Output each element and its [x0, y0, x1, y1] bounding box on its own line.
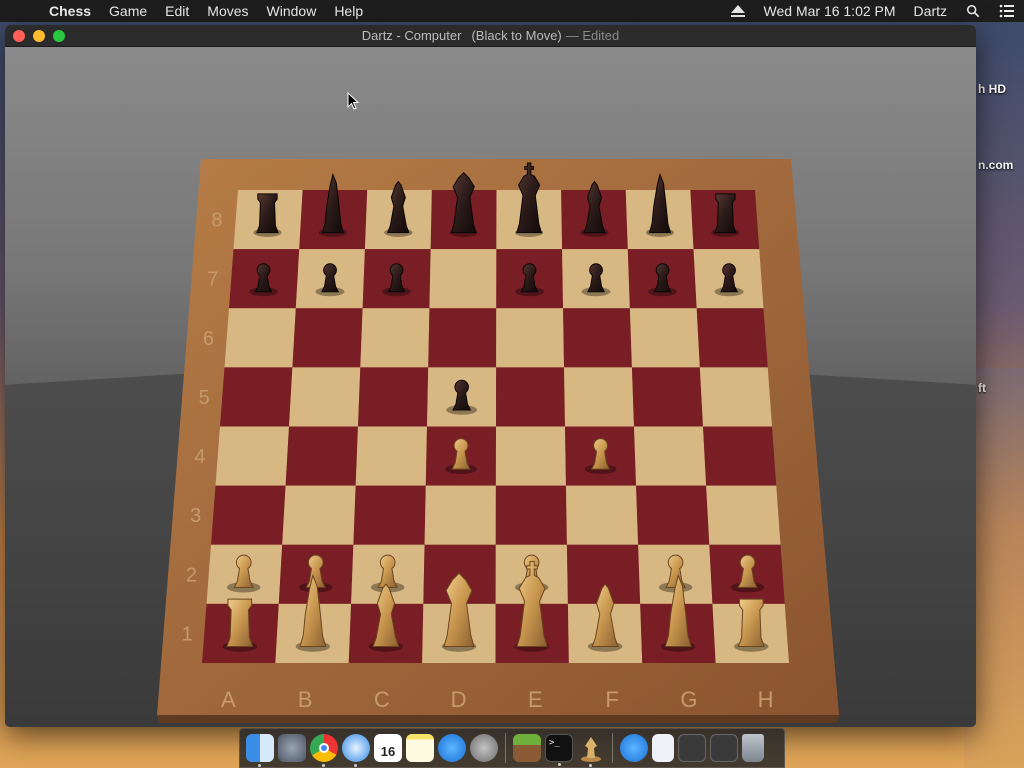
rank-label: 4 — [194, 446, 205, 468]
file-label: E — [528, 687, 543, 712]
mouse-cursor-icon — [347, 92, 359, 110]
board-square-a5 — [220, 367, 293, 427]
file-label: A — [221, 687, 236, 712]
menu-help[interactable]: Help — [325, 3, 372, 19]
board-square-d6 — [428, 308, 497, 368]
board-square-c6 — [360, 308, 430, 368]
eject-icon[interactable] — [721, 4, 755, 18]
menubar-user[interactable]: Dartz — [905, 3, 956, 19]
rank-label: 3 — [190, 505, 201, 527]
board-square-c5 — [358, 367, 429, 427]
launchpad-icon[interactable] — [278, 734, 306, 762]
calendar-icon[interactable]: 16 — [374, 734, 402, 762]
desktop-icon-label-3[interactable]: ft — [978, 381, 986, 395]
menu-edit[interactable]: Edit — [156, 3, 198, 19]
rank-label: 5 — [199, 387, 210, 409]
menu-game[interactable]: Game — [100, 3, 156, 19]
minimize-button[interactable] — [33, 30, 45, 42]
board-square-e6 — [496, 308, 565, 368]
rank-label: 8 — [211, 210, 222, 232]
chess-window: Dartz - Computer (Black to Move) — Edite… — [5, 25, 976, 727]
app-store-icon[interactable] — [438, 734, 466, 762]
rank-label: 6 — [203, 328, 214, 350]
board-square-c4 — [355, 426, 427, 486]
board-square-g3 — [636, 485, 710, 545]
calendar-day-label: 16 — [380, 743, 396, 759]
menubar-clock[interactable]: Wed Mar 16 1:02 PM — [755, 3, 905, 19]
file-label: B — [298, 687, 313, 712]
window-titlebar[interactable]: Dartz - Computer (Black to Move) — Edite… — [5, 25, 976, 47]
chess-icon[interactable] — [577, 734, 605, 767]
board-square-d7 — [429, 249, 497, 309]
window-edited-label: — Edited — [565, 28, 620, 43]
window-title: Dartz - Computer — [361, 28, 462, 43]
board-square-b6 — [292, 308, 363, 368]
board-square-h5 — [699, 367, 772, 427]
window-status: (Black to Move) — [471, 28, 562, 43]
chess-board-area[interactable]: A B C D E F G H 8 7 6 5 4 3 2 1 — [5, 47, 976, 727]
dock: 16 >_ — [239, 728, 785, 768]
board-square-g5 — [631, 367, 703, 427]
minecraft-icon[interactable] — [513, 734, 541, 762]
board-square-b3 — [282, 485, 356, 545]
dock-separator — [612, 733, 613, 763]
menu-moves[interactable]: Moves — [198, 3, 257, 19]
file-label: D — [451, 687, 467, 712]
board-square-h6 — [696, 308, 768, 368]
notification-center-icon[interactable] — [990, 4, 1024, 18]
system-preferences-icon[interactable] — [470, 734, 498, 762]
zoom-button[interactable] — [53, 30, 65, 42]
dock-separator — [505, 733, 506, 763]
close-button[interactable] — [13, 30, 25, 42]
terminal-icon[interactable]: >_ — [545, 734, 573, 766]
rank-label: 1 — [182, 623, 193, 645]
board-square-b4 — [285, 426, 358, 486]
board-square-e4 — [495, 426, 566, 486]
board-square-e3 — [495, 485, 567, 545]
board-square-g4 — [634, 426, 707, 486]
menu-app-chess[interactable]: Chess — [40, 3, 100, 19]
trash-icon[interactable] — [742, 734, 764, 762]
board-square-f5 — [564, 367, 634, 427]
rank-label: 7 — [207, 269, 218, 291]
rank-label: 2 — [186, 564, 197, 586]
board-square-a6 — [224, 308, 296, 368]
board-square-c3 — [353, 485, 426, 545]
board-square-a3 — [211, 485, 286, 545]
app-store-downloads-icon[interactable] — [620, 734, 648, 762]
board-square-b5 — [289, 367, 361, 427]
board-square-f3 — [565, 485, 639, 545]
file-label: G — [680, 687, 697, 712]
menu-window[interactable]: Window — [258, 3, 326, 19]
file-label: C — [374, 687, 390, 712]
document-icon[interactable] — [652, 734, 674, 762]
board-square-d3 — [424, 485, 496, 545]
board-square-f6 — [563, 308, 632, 368]
screenshot-icon-1[interactable] — [678, 734, 706, 762]
finder-icon[interactable] — [246, 734, 274, 767]
board-square-h3 — [706, 485, 781, 545]
board-frame-edge — [157, 715, 839, 723]
board-square-g6 — [629, 308, 700, 368]
board-square-a4 — [215, 426, 289, 486]
desktop-icon-label-2[interactable]: n.com — [978, 158, 1013, 172]
board-square-e5 — [496, 367, 565, 427]
notes-icon[interactable] — [406, 734, 434, 762]
file-label: F — [605, 687, 618, 712]
chess-board[interactable]: A B C D E F G H 8 7 6 5 4 3 2 1 — [5, 47, 976, 727]
desktop-icon-label-1[interactable]: h HD — [978, 82, 1006, 96]
screenshot-icon-2[interactable] — [710, 734, 738, 762]
chrome-icon[interactable] — [310, 734, 338, 767]
file-label: H — [758, 687, 774, 712]
menu-bar: Chess Game Edit Moves Window Help Wed Ma… — [0, 0, 1024, 22]
safari-icon[interactable] — [342, 734, 370, 767]
spotlight-search-icon[interactable] — [956, 4, 990, 18]
board-square-h4 — [703, 426, 777, 486]
